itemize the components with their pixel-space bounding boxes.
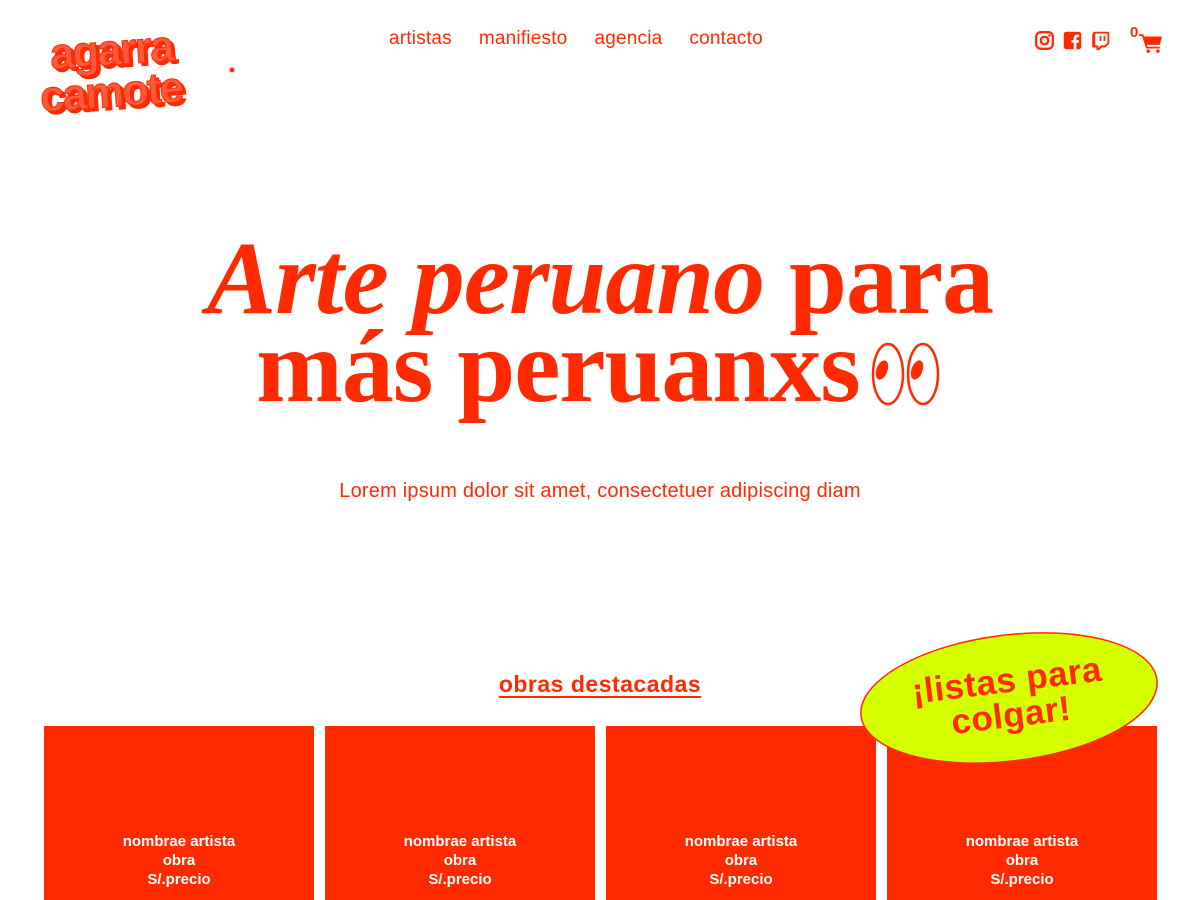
card-price: S/.precio (709, 871, 773, 888)
artwork-card[interactable]: nombrae artista obra S/.precio (325, 726, 595, 900)
card-work: obra (1005, 852, 1039, 869)
card-info: nombrae artista obra S/.precio (887, 832, 1157, 889)
cart-icon[interactable] (1139, 32, 1163, 54)
artwork-card[interactable]: nombrae artista obra S/.precio (44, 726, 314, 900)
card-artist: nombrae artista (965, 833, 1079, 850)
card-price: S/.precio (147, 871, 211, 888)
card-info: nombrae artista obra S/.precio (606, 832, 876, 889)
nav-artistas[interactable]: artistas (389, 28, 452, 50)
card-info: nombrae artista obra S/.precio (325, 832, 595, 889)
logo[interactable]: agarra agarra camote camote (38, 21, 248, 125)
nav-agencia[interactable]: agencia (594, 28, 662, 50)
logo-graphic: agarra agarra camote camote (38, 21, 235, 125)
cart[interactable]: 0 (1130, 24, 1163, 54)
main-nav: artistas manifiesto agencia contacto (389, 28, 763, 50)
card-price: S/.precio (990, 871, 1054, 888)
nav-manifiesto[interactable]: manifiesto (479, 28, 568, 50)
logo-line2: camote (38, 63, 184, 122)
hero-title: Arte peruano para más peruanxs (0, 227, 1200, 419)
card-artist: nombrae artista (403, 833, 517, 850)
hero-subtitle: Lorem ipsum dolor sit amet, consectetuer… (339, 480, 861, 502)
card-info: nombrae artista obra S/.precio (44, 832, 314, 889)
card-work: obra (443, 852, 477, 869)
twitch-icon[interactable] (1090, 30, 1111, 51)
cart-count: 0 (1130, 24, 1139, 41)
social-icons (1034, 30, 1111, 51)
card-artist: nombrae artista (122, 833, 236, 850)
eyes-icon (870, 329, 944, 406)
instagram-icon[interactable] (1034, 30, 1055, 51)
logo-dot (229, 67, 235, 73)
card-work: obra (724, 852, 758, 869)
card-work: obra (162, 852, 196, 869)
ready-to-hang-sticker: ¡listas para colgar! (858, 632, 1160, 764)
facebook-icon[interactable] (1062, 30, 1083, 51)
card-price: S/.precio (428, 871, 492, 888)
hero-title-line2: más peruanxs (256, 309, 860, 424)
nav-contacto[interactable]: contacto (689, 28, 762, 50)
card-artist: nombrae artista (684, 833, 798, 850)
artwork-card[interactable]: nombrae artista obra S/.precio (606, 726, 876, 900)
